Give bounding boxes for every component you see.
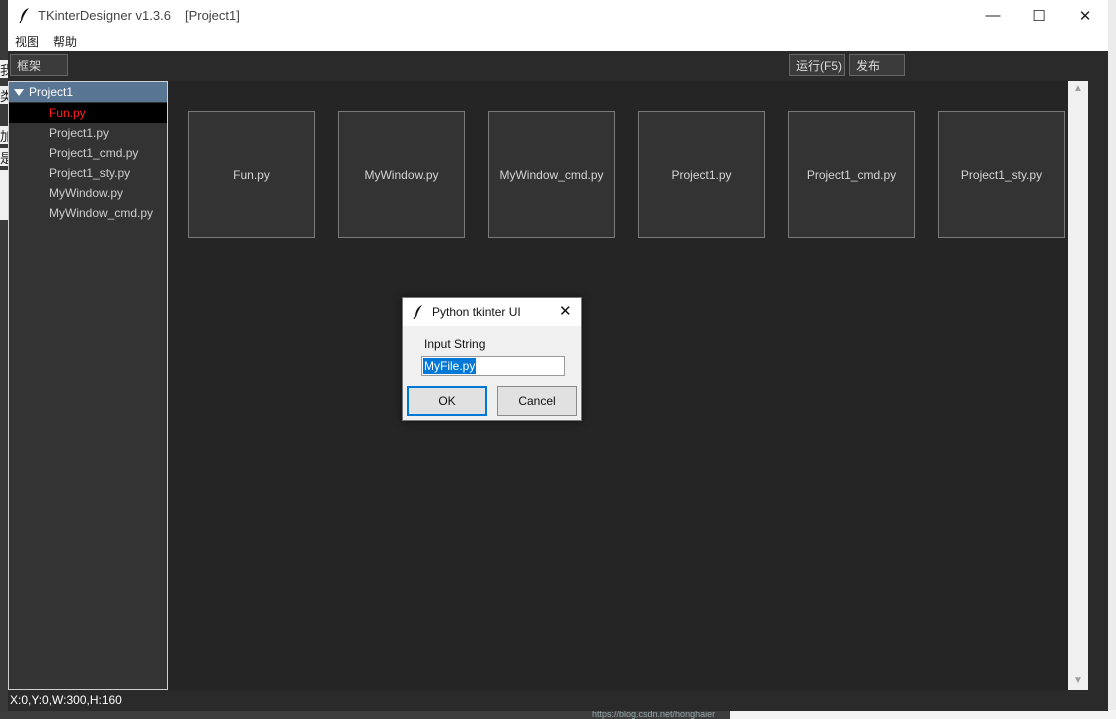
close-button[interactable]: ✕ xyxy=(1062,0,1108,31)
title-bar[interactable]: TKinterDesigner v1.3.6 [Project1] — ☐ ✕ xyxy=(8,0,1108,31)
menu-view[interactable]: 视图 xyxy=(15,33,39,50)
menu-bar: 视图 帮助 xyxy=(8,31,1108,52)
tree-root-label: Project1 xyxy=(29,85,74,99)
tree-item[interactable]: MyWindow_cmd.py xyxy=(9,203,167,223)
window-title: TKinterDesigner v1.3.6 [Project1] xyxy=(38,8,240,23)
dialog-title: Python tkinter UI xyxy=(432,305,521,319)
feather-icon xyxy=(19,8,29,23)
filename-input[interactable]: MyFile.py xyxy=(421,356,565,376)
file-card[interactable]: Project1.py xyxy=(638,111,765,238)
file-card[interactable]: MyWindow.py xyxy=(338,111,465,238)
dialog-close-button[interactable]: ✕ xyxy=(559,302,572,320)
app-name: TKinterDesigner v1.3.6 xyxy=(38,8,171,23)
tree-item[interactable]: MyWindow.py xyxy=(9,183,167,203)
tree-item-label: MyWindow_cmd.py xyxy=(49,206,154,220)
menu-help[interactable]: 帮助 xyxy=(53,33,77,50)
scroll-down-icon[interactable]: ▼ xyxy=(1073,675,1083,686)
run-button[interactable]: 运行(F5) xyxy=(789,54,845,76)
background-window-bottom xyxy=(730,710,1116,719)
expand-triangle-icon[interactable] xyxy=(14,89,24,96)
tree-item[interactable]: Project1.py xyxy=(9,123,167,143)
file-card[interactable]: Fun.py xyxy=(188,111,315,238)
tree-item[interactable]: Fun.py xyxy=(9,103,167,123)
ok-button[interactable]: OK xyxy=(407,386,487,416)
maximize-button[interactable]: ☐ xyxy=(1016,0,1062,31)
tree-item-label: Project1_sty.py xyxy=(49,166,131,180)
publish-button[interactable]: 发布 xyxy=(849,54,905,76)
input-selected-text: MyFile.py xyxy=(423,358,477,374)
minimize-button[interactable]: — xyxy=(970,0,1016,31)
project-tree: Project1 Fun.py Project1.py Project1_cmd… xyxy=(8,81,168,690)
file-card[interactable]: Project1_cmd.py xyxy=(788,111,915,238)
tree-item[interactable]: Project1_sty.py xyxy=(9,163,167,183)
tree-item-label: Project1_cmd.py xyxy=(49,146,139,160)
tree-item-label: Fun.py xyxy=(49,106,86,120)
file-canvas: Fun.py MyWindow.py MyWindow_cmd.py Proje… xyxy=(168,81,1068,690)
file-card[interactable]: Project1_sty.py xyxy=(938,111,1065,238)
vertical-scrollbar[interactable]: ▲ ▼ xyxy=(1068,81,1088,690)
status-text: X:0,Y:0,W:300,H:160 xyxy=(10,693,122,707)
tree-item-label: Project1.py xyxy=(49,126,110,140)
file-card[interactable]: MyWindow_cmd.py xyxy=(488,111,615,238)
frame-button[interactable]: 框架 xyxy=(10,54,68,76)
input-dialog: Python tkinter UI ✕ Input String MyFile.… xyxy=(402,297,582,421)
tree-item-label: MyWindow.py xyxy=(49,186,124,200)
feather-icon xyxy=(413,305,422,319)
dialog-title-bar[interactable]: Python tkinter UI ✕ xyxy=(403,298,581,326)
cancel-button[interactable]: Cancel xyxy=(497,386,577,416)
project-tag: [Project1] xyxy=(184,8,240,23)
tree-item[interactable]: Project1_cmd.py xyxy=(9,143,167,163)
tree-root-project1[interactable]: Project1 xyxy=(9,82,167,102)
scroll-up-icon[interactable]: ▲ xyxy=(1073,83,1083,94)
toolbar: 框架 运行(F5) 发布 xyxy=(8,51,1108,81)
input-label: Input String xyxy=(424,337,486,351)
background-window-right xyxy=(1108,0,1116,719)
status-bar: X:0,Y:0,W:300,H:160 xyxy=(8,690,1108,710)
